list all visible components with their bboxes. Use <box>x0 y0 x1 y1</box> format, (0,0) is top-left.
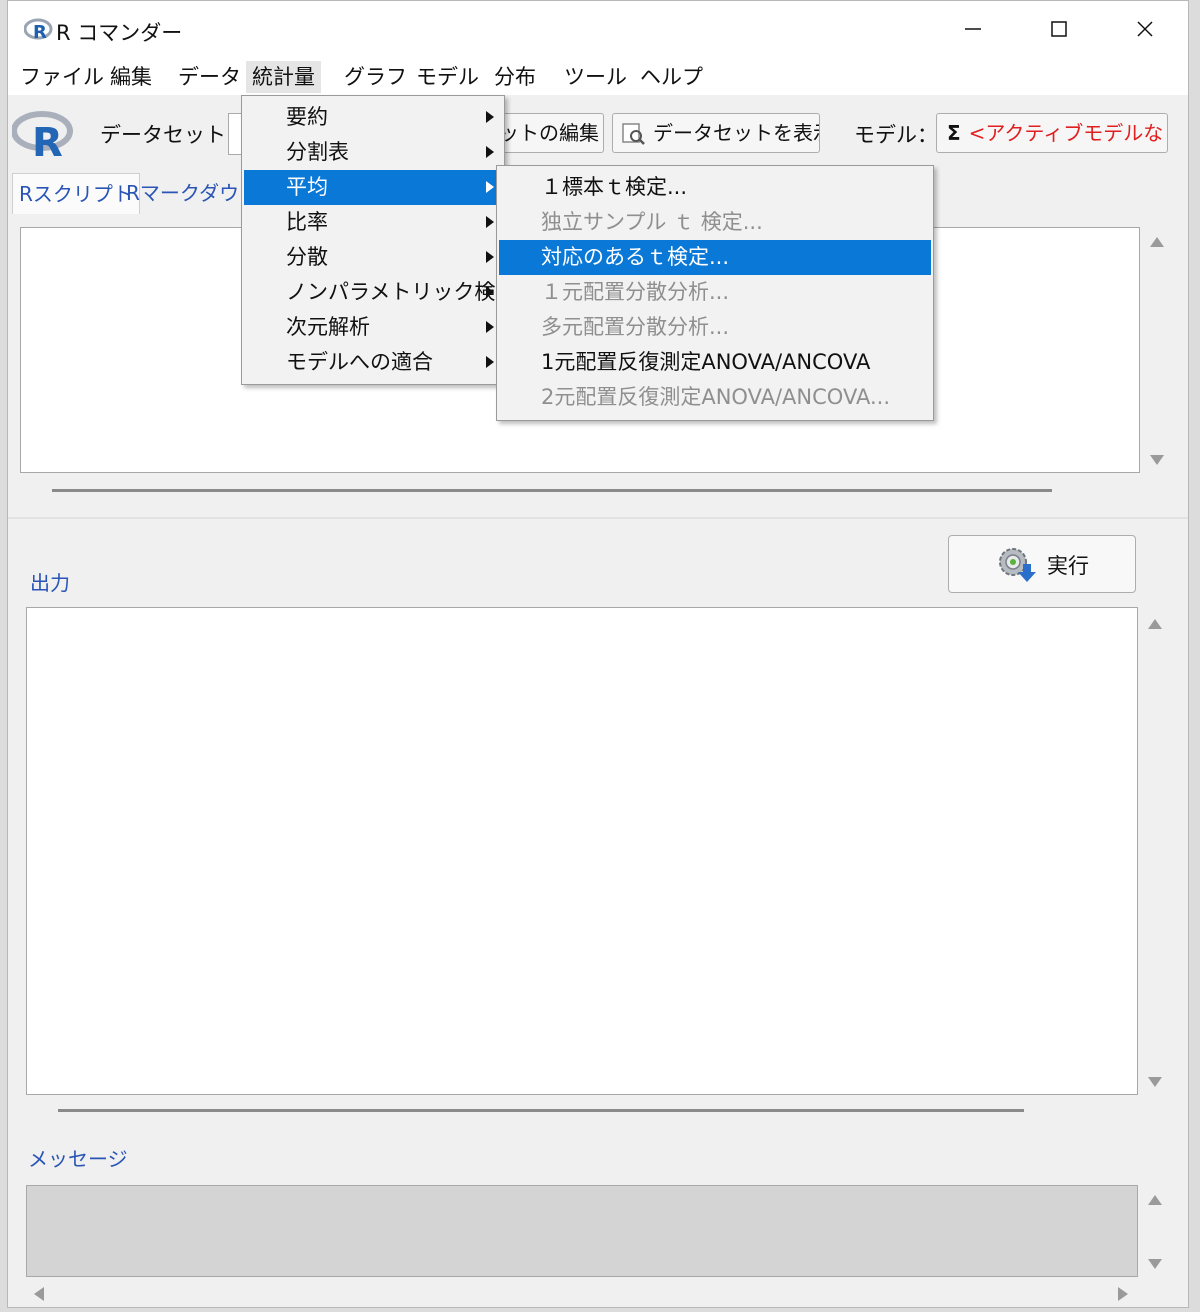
close-icon <box>1137 21 1153 37</box>
menu-item-dimensional-analysis[interactable]: 次元解析 <box>244 310 502 345</box>
menu-item-label: モデルへの適合 <box>286 350 433 374</box>
maximize-button[interactable] <box>1036 11 1082 47</box>
edit-dataset-label: ットの編集 <box>499 121 599 145</box>
r-app-icon: R <box>24 18 53 43</box>
script-scroll-down[interactable] <box>1150 455 1164 465</box>
svg-text:R: R <box>33 22 47 43</box>
submenu-arrow-icon <box>486 251 494 263</box>
run-label: 実行 <box>1047 554 1089 578</box>
script-scroll-up[interactable] <box>1150 237 1164 247</box>
messages-pane[interactable] <box>26 1185 1138 1277</box>
minimize-icon <box>965 28 981 30</box>
script-horizontal-scrollbar[interactable] <box>52 489 1052 492</box>
close-button[interactable] <box>1122 11 1168 47</box>
submenu-arrow-icon <box>486 146 494 158</box>
pane-divider[interactable] <box>8 517 1188 519</box>
menu-distributions[interactable]: 分布 <box>488 61 542 93</box>
menu-item-label: 比率 <box>286 210 328 234</box>
active-model-button[interactable]: Σ <アクティブモデルなし> <box>936 113 1168 153</box>
menu-help[interactable]: ヘルプ <box>634 61 709 93</box>
window-title: R コマンダー <box>56 21 183 45</box>
gear-run-icon <box>999 548 1036 582</box>
dataset-label: データセット： <box>100 123 247 147</box>
menu-item-label: 1元配置反復測定ANOVA/ANCOVA <box>541 350 871 374</box>
menu-item-label: １標本ｔ検定... <box>541 175 688 199</box>
output-horizontal-scrollbar[interactable] <box>58 1109 1024 1112</box>
messages-scroll-up[interactable] <box>1148 1195 1162 1205</box>
r-commander-window: R R コマンダー ファイル 編集 データ 統計量 グラフ モデル 分布 ツール… <box>7 0 1189 1308</box>
menu-item-one-way-repeated-measures-anova[interactable]: 1元配置反復測定ANOVA/ANCOVA <box>499 345 931 380</box>
submenu-arrow-icon <box>486 216 494 228</box>
menu-bar: ファイル 編集 データ 統計量 グラフ モデル 分布 ツール ヘルプ <box>8 57 1188 95</box>
menu-item-label: 要約 <box>286 105 328 129</box>
title-bar: R R コマンダー <box>8 1 1188 57</box>
menu-item-means[interactable]: 平均 <box>244 170 502 205</box>
menu-item-two-way-repeated-measures-anova: 2元配置反復測定ANOVA/ANCOVA... <box>499 380 931 415</box>
output-label: 出力 <box>30 571 70 595</box>
means-submenu: １標本ｔ検定... 独立サンプル ｔ 検定... 対応のあるｔ検定... １元配… <box>496 165 934 421</box>
run-button[interactable]: 実行 <box>948 535 1136 593</box>
menu-item-label: 平均 <box>286 175 328 199</box>
statistics-menu: 要約 分割表 平均 比率 分散 ノンパラメトリック検定 次元解析 モデルへの適合 <box>241 95 516 385</box>
output-scroll-up[interactable] <box>1148 619 1162 629</box>
menu-item-variances[interactable]: 分散 <box>244 240 502 275</box>
menu-item-label: 分散 <box>286 245 328 269</box>
menu-file[interactable]: ファイル <box>14 61 110 93</box>
menu-item-label: 次元解析 <box>286 315 370 339</box>
menu-item-label: 2元配置反復測定ANOVA/ANCOVA... <box>541 385 891 409</box>
active-model-value: <アクティブモデルなし> <box>968 121 1167 145</box>
menu-item-label: １元配置分散分析... <box>541 280 730 304</box>
menu-item-label: 対応のあるｔ検定... <box>541 245 730 269</box>
menu-edit[interactable]: 編集 <box>104 61 158 93</box>
submenu-arrow-icon <box>486 321 494 333</box>
menu-item-summaries[interactable]: 要約 <box>244 100 502 135</box>
messages-scroll-down[interactable] <box>1148 1259 1162 1269</box>
menu-item-one-sample-t-test[interactable]: １標本ｔ検定... <box>499 170 931 205</box>
output-pane[interactable] <box>26 607 1138 1095</box>
menu-statistics[interactable]: 統計量 <box>246 61 321 93</box>
menu-item-fit-models[interactable]: モデルへの適合 <box>244 345 502 380</box>
menu-item-paired-t-test[interactable]: 対応のあるｔ検定... <box>499 240 931 275</box>
submenu-arrow-icon <box>486 111 494 123</box>
toolbar: R データセット： ットの編集 データセットを表示 モデル： Σ <アクティブモデ… <box>8 95 1188 171</box>
view-dataset-button[interactable]: データセットを表示 <box>612 113 820 153</box>
edit-dataset-button[interactable]: ットの編集 <box>488 113 604 153</box>
menu-item-label: ノンパラメトリック検定 <box>286 280 517 304</box>
menu-item-multi-way-anova: 多元配置分散分析... <box>499 310 931 345</box>
sigma-icon: Σ <box>947 121 961 145</box>
r-logo-icon: R <box>12 111 73 159</box>
menu-models[interactable]: モデル <box>410 61 485 93</box>
menu-tools[interactable]: ツール <box>558 61 633 93</box>
menu-item-independent-samples-t-test: 独立サンプル ｔ 検定... <box>499 205 931 240</box>
submenu-arrow-icon <box>486 181 494 193</box>
messages-scroll-left[interactable] <box>34 1287 44 1301</box>
messages-scroll-right[interactable] <box>1118 1287 1128 1301</box>
messages-label: メッセージ <box>28 1147 128 1171</box>
submenu-arrow-icon <box>486 356 494 368</box>
view-dataset-label: データセットを表示 <box>653 121 820 145</box>
menu-item-proportions[interactable]: 比率 <box>244 205 502 240</box>
menu-item-label: 分割表 <box>286 140 349 164</box>
menu-item-nonparametric-tests[interactable]: ノンパラメトリック検定 <box>244 275 516 310</box>
output-scroll-down[interactable] <box>1148 1077 1162 1087</box>
menu-item-one-way-anova: １元配置分散分析... <box>499 275 931 310</box>
menu-item-label: 多元配置分散分析... <box>541 315 730 339</box>
magnifier-icon <box>622 123 645 145</box>
menu-item-label: 独立サンプル ｔ 検定... <box>541 210 763 234</box>
model-label: モデル： <box>854 123 938 147</box>
menu-item-contingency-tables[interactable]: 分割表 <box>244 135 502 170</box>
minimize-button[interactable] <box>950 11 996 47</box>
maximize-icon <box>1051 21 1067 37</box>
menu-graphs[interactable]: グラフ <box>338 61 413 93</box>
svg-text:R: R <box>32 120 63 159</box>
menu-data[interactable]: データ <box>172 61 247 93</box>
submenu-arrow-icon <box>486 286 494 298</box>
